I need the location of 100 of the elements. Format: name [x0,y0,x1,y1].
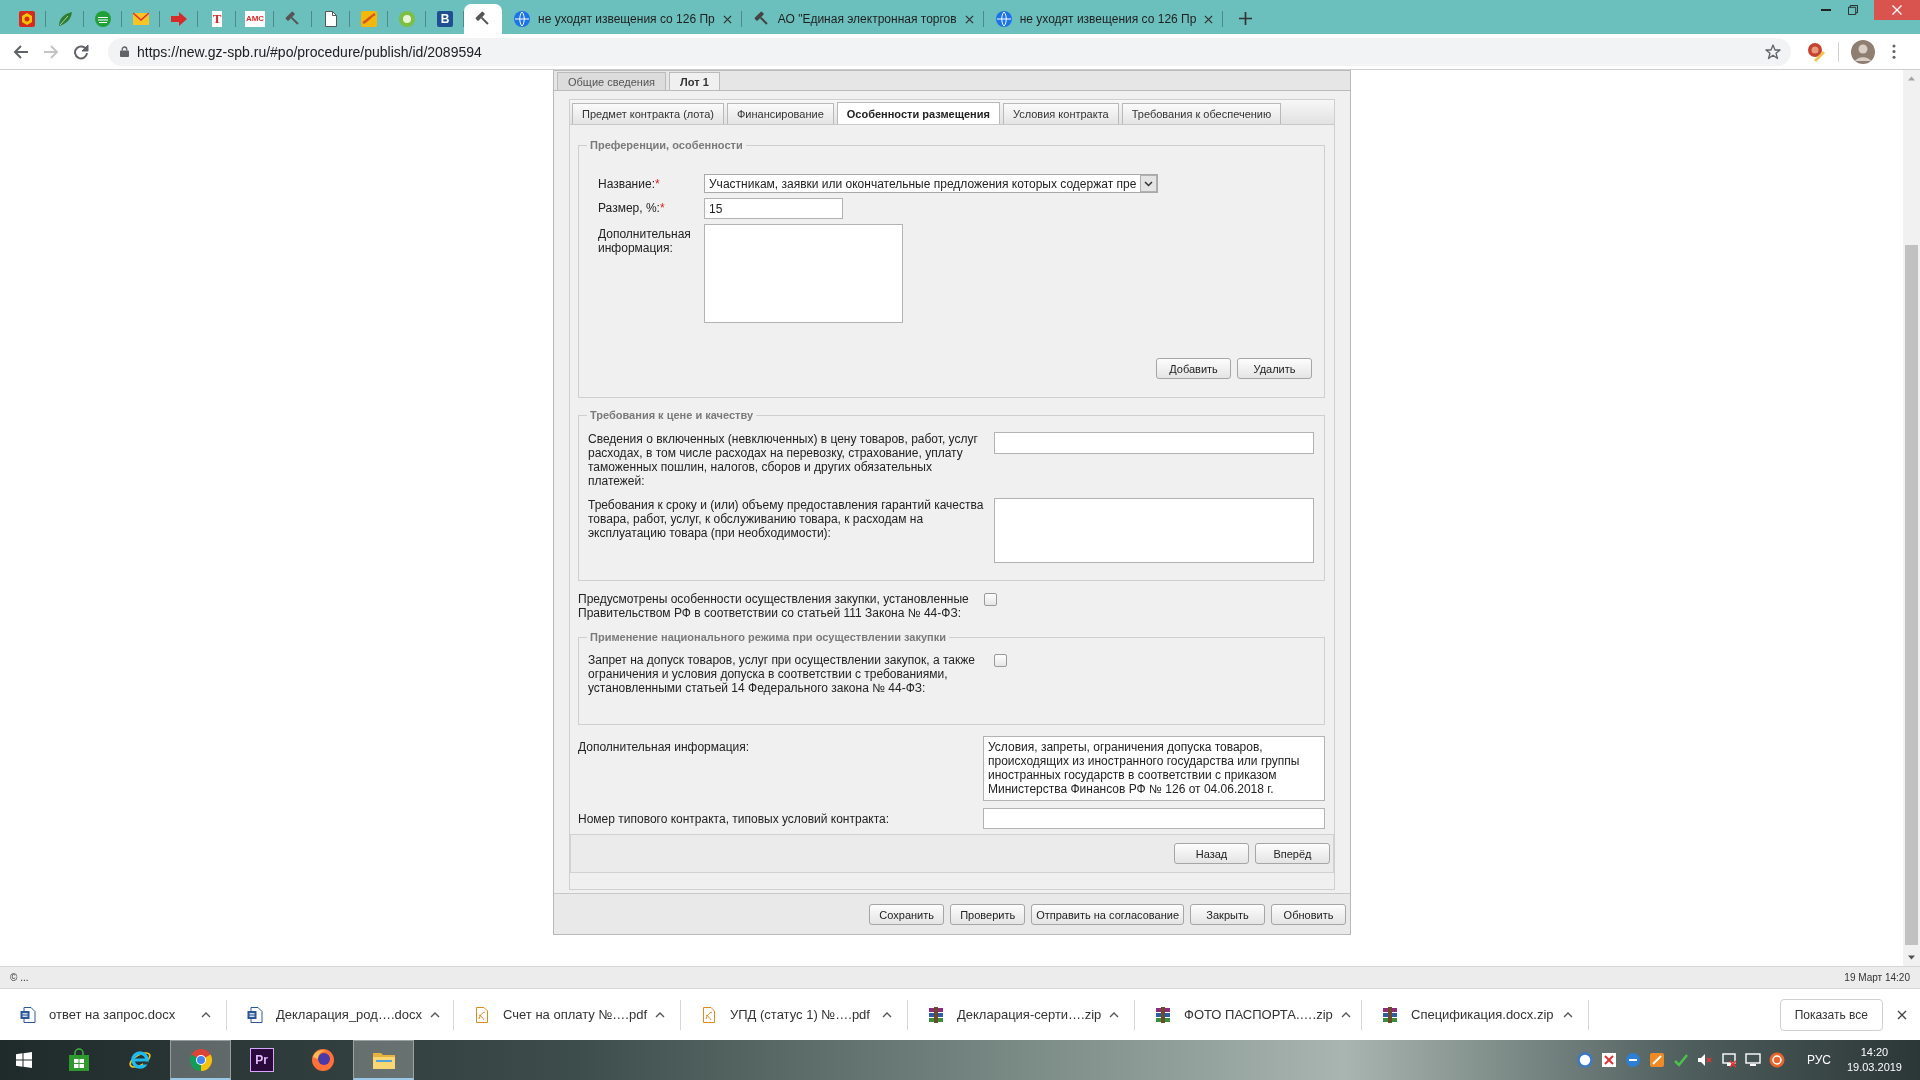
input-field[interactable] [994,432,1314,454]
caret-icon[interactable] [1109,1011,1120,1018]
footer-button[interactable]: Обновить [1271,904,1346,925]
field-label: Номер типового контракта, типовых условий контракта: [578,811,891,826]
pinned-tab[interactable]: B [426,4,464,34]
restore-icon[interactable] [1848,5,1858,15]
striped-circle-icon [95,11,111,27]
avatar-icon[interactable] [1851,39,1875,64]
checkbox[interactable] [994,654,1007,667]
language-indicator[interactable]: РУС [1806,1053,1831,1067]
group-title: Применение национального режима при осуществлении закупки [589,630,948,644]
globe-icon [995,11,1012,27]
x-square-icon[interactable] [1600,1052,1617,1068]
tile-icon[interactable] [1648,1052,1665,1068]
swoosh-icon [361,11,377,27]
section-tab[interactable]: Лот 1 [669,72,720,90]
checkbox[interactable] [984,593,997,606]
field-label: Сведения о включенных (невключенных) в цену товаров, работ, услуг расходах, в том числе расходах на перевозку, страхование, уплату таможенных пошлин, налогов, сборов и других обязательных платежей: [588,432,979,488]
textarea-field[interactable]: Условия, запреты, ограничения допуска товаров, происходящих из иностранного государства или группы иностранных государств в соответствии с приказом Министерства Финансов РФ № 126 от 04.06.2018 г. [983,736,1325,801]
caret-icon[interactable] [655,1011,666,1018]
clock-date[interactable]: 19.03.2019 [1846,1060,1902,1075]
browser-tab[interactable]: АО "Единая электронная торгов [741,4,984,34]
file-icon [701,1006,717,1023]
nav-button[interactable]: Вперёд [1255,843,1330,864]
close-icon[interactable] [1204,14,1214,24]
textarea-field[interactable] [704,224,903,323]
close-icon[interactable] [1897,1009,1907,1020]
firefox-icon [310,1048,335,1072]
books-icon [928,1006,944,1023]
envelope-icon [133,11,149,27]
textarea-field[interactable] [994,498,1314,563]
pinned-tab[interactable]: АМС [236,4,274,34]
close-icon[interactable] [964,14,974,24]
caret-icon[interactable] [1563,1011,1573,1018]
globe-icon [514,11,530,27]
footer-button[interactable]: Проверить [950,904,1026,925]
checkmark-icon[interactable] [1672,1052,1689,1068]
round-badge-icon [399,11,415,27]
monitor-icon[interactable] [1744,1052,1761,1068]
checkbox-label: Предусмотрены особенности осуществления закупки, установленные Правительством РФ в соответствии со статьей 111 Закона № 44-ФЗ: [578,592,970,620]
books-icon [1382,1006,1398,1023]
select-field[interactable]: Участникам, заявки или окончательные предложения которых содержат пре [704,174,1159,193]
tab[interactable]: Финансирование [726,103,834,124]
ring-icon[interactable] [1576,1052,1593,1068]
checkbox-label: Запрет на допуск товаров, услуг при осуществлении закупок, а также ограничения и условия допуска в соответствии с требованиями, установленными статьей 14 Федерального закона № 44-ФЗ: [588,653,976,695]
tab[interactable]: Условия контракта [1002,103,1119,124]
scrollbar-thumb[interactable] [1905,245,1918,945]
download-item[interactable]: ФОТО ПАСПОРТА.….zip [1135,999,1362,1030]
reload-icon[interactable] [73,43,89,60]
group-title: Преференции, особенности [589,138,744,152]
star-icon[interactable] [1765,43,1781,60]
download-item[interactable]: Декларация_род….docx [227,999,454,1030]
footer-button[interactable]: Отправить на согласование [1031,904,1184,925]
plus-icon[interactable] [1239,12,1253,25]
network-icon[interactable] [1720,1052,1737,1068]
action-button[interactable]: Добавить [1156,358,1231,379]
windows-logo-icon [16,1052,32,1068]
emblem-icon [19,11,35,27]
caret-icon[interactable] [429,1011,440,1018]
input-field[interactable] [983,808,1325,829]
gavel-icon [753,11,770,27]
sync-icon[interactable] [1768,1052,1785,1068]
footer-button[interactable]: Сохранить [869,904,945,925]
tab[interactable]: Особенности размещения [836,102,1000,124]
tab[interactable]: Требования к обеспечению [1121,103,1282,124]
tab[interactable]: Предмет контракта (лота) [572,103,724,124]
books-icon [1155,1006,1171,1023]
caret-icon[interactable] [201,1011,211,1018]
close-icon [1892,5,1902,15]
pencil-badge-icon[interactable] [1806,41,1826,62]
field-label: Размер, %:* [598,200,666,215]
action-button[interactable]: Удалить [1237,358,1312,379]
clock-time[interactable]: 14:20 [1860,1045,1889,1060]
minus-circle-icon[interactable] [1624,1052,1641,1068]
taskbar-button[interactable]: Pr [231,1040,292,1080]
download-item[interactable]: Счет на оплату №….pdf [454,999,681,1030]
status-text: © ... [10,972,29,983]
download-item[interactable]: Декларация-серти….zip [908,999,1135,1030]
pinned-tab[interactable] [464,4,502,34]
pinned-tab[interactable]: T [198,4,236,34]
download-item[interactable]: Спецификация.docx.zip [1362,999,1589,1030]
browser-tab[interactable]: не уходят извещения со 126 Пр [502,4,742,34]
download-item[interactable]: ответ на запрос.docx [0,999,227,1030]
nav-button[interactable]: Назад [1174,843,1249,864]
menu-icon[interactable] [1892,44,1896,59]
document-icon [323,11,339,27]
close-icon[interactable] [722,14,732,24]
caret-icon[interactable] [1340,1011,1351,1018]
back-icon[interactable] [13,43,29,60]
input-field[interactable]: 15 [704,198,843,219]
browser-tab[interactable]: не уходят извещения со 126 Пр [983,4,1224,34]
section-tab[interactable]: Общие сведения [557,72,667,90]
address-bar[interactable]: https://new.gz-spb.ru/#po/procedure/publish/id/2089594 [108,37,1791,66]
download-item[interactable]: УПД (статус 1) №….pdf [681,999,908,1030]
show-all-button[interactable]: Показать все [1779,998,1883,1031]
document-icon [247,1006,263,1023]
footer-button[interactable]: Закрыть [1190,904,1265,925]
speaker-icon[interactable] [1696,1052,1713,1068]
scrollbar[interactable] [1903,70,1920,966]
caret-icon[interactable] [882,1011,892,1018]
